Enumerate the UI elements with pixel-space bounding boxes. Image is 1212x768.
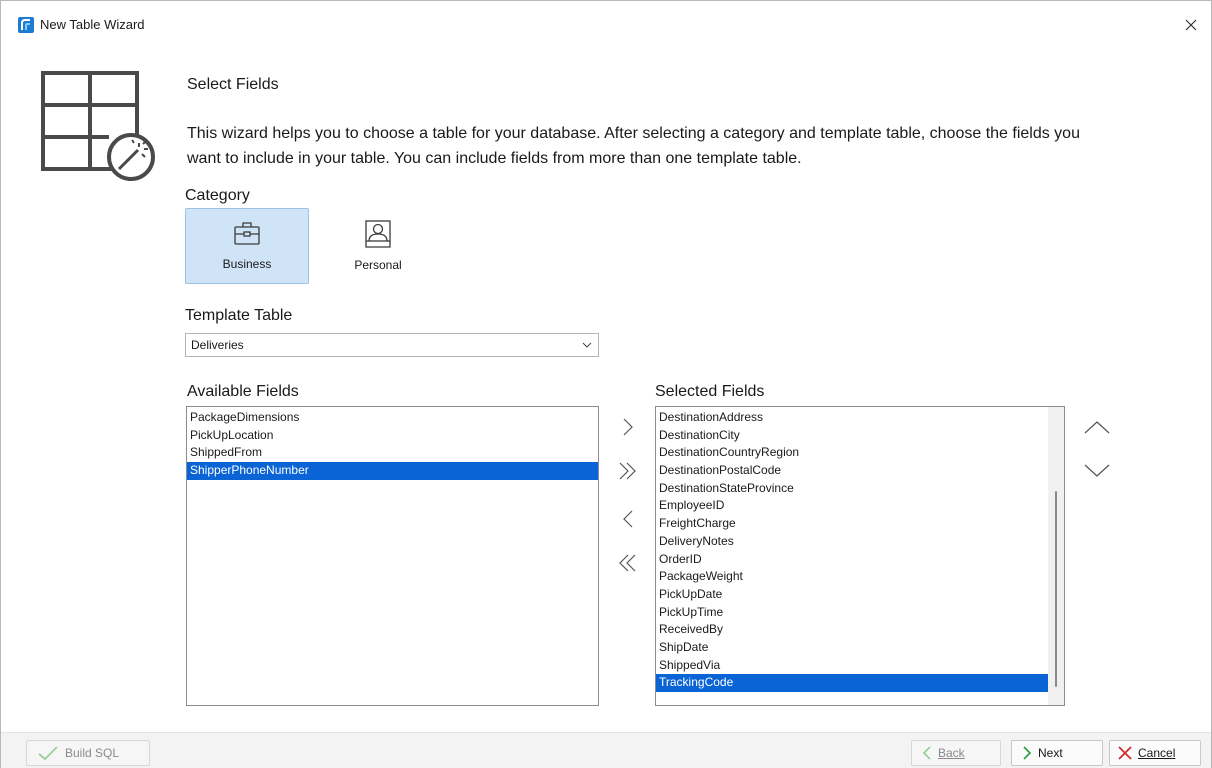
window-title: New Table Wizard bbox=[40, 17, 145, 32]
step-heading: Select Fields bbox=[187, 76, 279, 93]
next-label: Next bbox=[1038, 746, 1063, 760]
list-item[interactable]: FreightCharge bbox=[656, 515, 1048, 533]
checkmark-icon bbox=[37, 745, 59, 761]
close-button[interactable] bbox=[1171, 9, 1211, 41]
double-chevron-right-icon bbox=[619, 462, 636, 480]
available-fields-items: PackageDimensions PickUpLocation ShippedFr… bbox=[187, 409, 598, 480]
close-icon bbox=[1185, 19, 1197, 31]
list-item[interactable]: ShippedFrom bbox=[187, 444, 598, 462]
list-item[interactable]: PackageDimensions bbox=[187, 409, 598, 427]
list-item[interactable]: ShipDate bbox=[656, 639, 1048, 657]
list-item[interactable]: PickUpDate bbox=[656, 586, 1048, 604]
build-sql-button[interactable]: Build SQL bbox=[26, 740, 150, 766]
back-label: Back bbox=[938, 746, 965, 760]
wizard-window: New Table Wizard Select Fields This wiza… bbox=[0, 0, 1212, 768]
template-table-select[interactable]: Deliveries bbox=[185, 333, 599, 357]
list-item[interactable]: DestinationCity bbox=[656, 427, 1048, 445]
back-button[interactable]: Back bbox=[911, 740, 1001, 766]
description-line-1: This wizard helps you to choose a table … bbox=[187, 125, 1080, 142]
cancel-label: Cancel bbox=[1138, 746, 1176, 760]
list-item[interactable]: ReceivedBy bbox=[656, 621, 1048, 639]
remove-all-fields-button[interactable] bbox=[615, 550, 641, 576]
move-down-button[interactable] bbox=[1084, 458, 1110, 484]
next-button[interactable]: Next bbox=[1011, 740, 1103, 766]
category-business[interactable]: Business bbox=[185, 208, 309, 284]
list-item[interactable]: DestinationStateProvince bbox=[656, 480, 1048, 498]
selected-fields-items: DestinationAddress DestinationCity Destina… bbox=[656, 409, 1048, 692]
list-item[interactable]: PackageWeight bbox=[656, 568, 1048, 586]
selected-fields-list[interactable]: DestinationAddress DestinationCity Destina… bbox=[655, 406, 1065, 706]
list-item[interactable]: OrderID bbox=[656, 551, 1048, 569]
category-label: Category bbox=[185, 187, 250, 204]
category-business-label: Business bbox=[222, 257, 272, 271]
chevron-right-icon bbox=[623, 418, 633, 436]
available-fields-list[interactable]: PackageDimensions PickUpLocation ShippedFr… bbox=[186, 406, 599, 706]
selected-fields-scrollbar[interactable] bbox=[1048, 407, 1064, 705]
build-sql-label: Build SQL bbox=[65, 746, 120, 760]
list-item[interactable]: EmployeeID bbox=[656, 497, 1048, 515]
add-field-button[interactable] bbox=[615, 414, 641, 440]
cancel-button[interactable]: Cancel bbox=[1109, 740, 1201, 766]
chevron-right-icon bbox=[1022, 746, 1032, 760]
template-table-label: Template Table bbox=[185, 307, 293, 324]
add-all-fields-button[interactable] bbox=[615, 458, 641, 484]
list-item[interactable]: DestinationCountryRegion bbox=[656, 444, 1048, 462]
wizard-footer: Build SQL Back Next Cancel bbox=[1, 732, 1211, 768]
list-item[interactable]: DeliveryNotes bbox=[656, 533, 1048, 551]
chevron-left-icon bbox=[922, 746, 932, 760]
list-item[interactable]: DestinationAddress bbox=[656, 409, 1048, 427]
chevron-down-icon bbox=[1084, 464, 1110, 477]
description-line-2: want to include in your table. You can i… bbox=[187, 150, 802, 167]
list-item[interactable]: ShipperPhoneNumber bbox=[187, 462, 598, 480]
wizard-description: This wizard helps you to choose a table … bbox=[187, 121, 1187, 171]
cancel-x-icon bbox=[1118, 746, 1132, 760]
move-up-button[interactable] bbox=[1084, 414, 1110, 440]
list-item[interactable]: TrackingCode bbox=[656, 674, 1048, 692]
list-item[interactable]: DestinationPostalCode bbox=[656, 462, 1048, 480]
person-icon bbox=[365, 220, 391, 248]
category-personal[interactable]: Personal bbox=[316, 208, 440, 284]
list-item[interactable]: PickUpTime bbox=[656, 604, 1048, 622]
list-item[interactable]: ShippedVia bbox=[656, 657, 1048, 675]
chevron-up-icon bbox=[1084, 421, 1110, 434]
chevron-left-icon bbox=[623, 510, 633, 528]
table-wizard-icon bbox=[41, 71, 155, 181]
chevron-down-icon bbox=[582, 342, 592, 348]
category-personal-label: Personal bbox=[354, 258, 402, 272]
template-table-value: Deliveries bbox=[191, 338, 244, 352]
list-item[interactable]: PickUpLocation bbox=[187, 427, 598, 445]
selected-fields-label: Selected Fields bbox=[655, 383, 765, 400]
briefcase-icon bbox=[234, 222, 260, 245]
remove-field-button[interactable] bbox=[615, 506, 641, 532]
scrollbar-thumb[interactable] bbox=[1055, 491, 1057, 687]
available-fields-label: Available Fields bbox=[187, 383, 299, 400]
app-icon bbox=[18, 17, 34, 33]
double-chevron-left-icon bbox=[619, 554, 636, 572]
title-bar: New Table Wizard bbox=[1, 1, 1211, 41]
